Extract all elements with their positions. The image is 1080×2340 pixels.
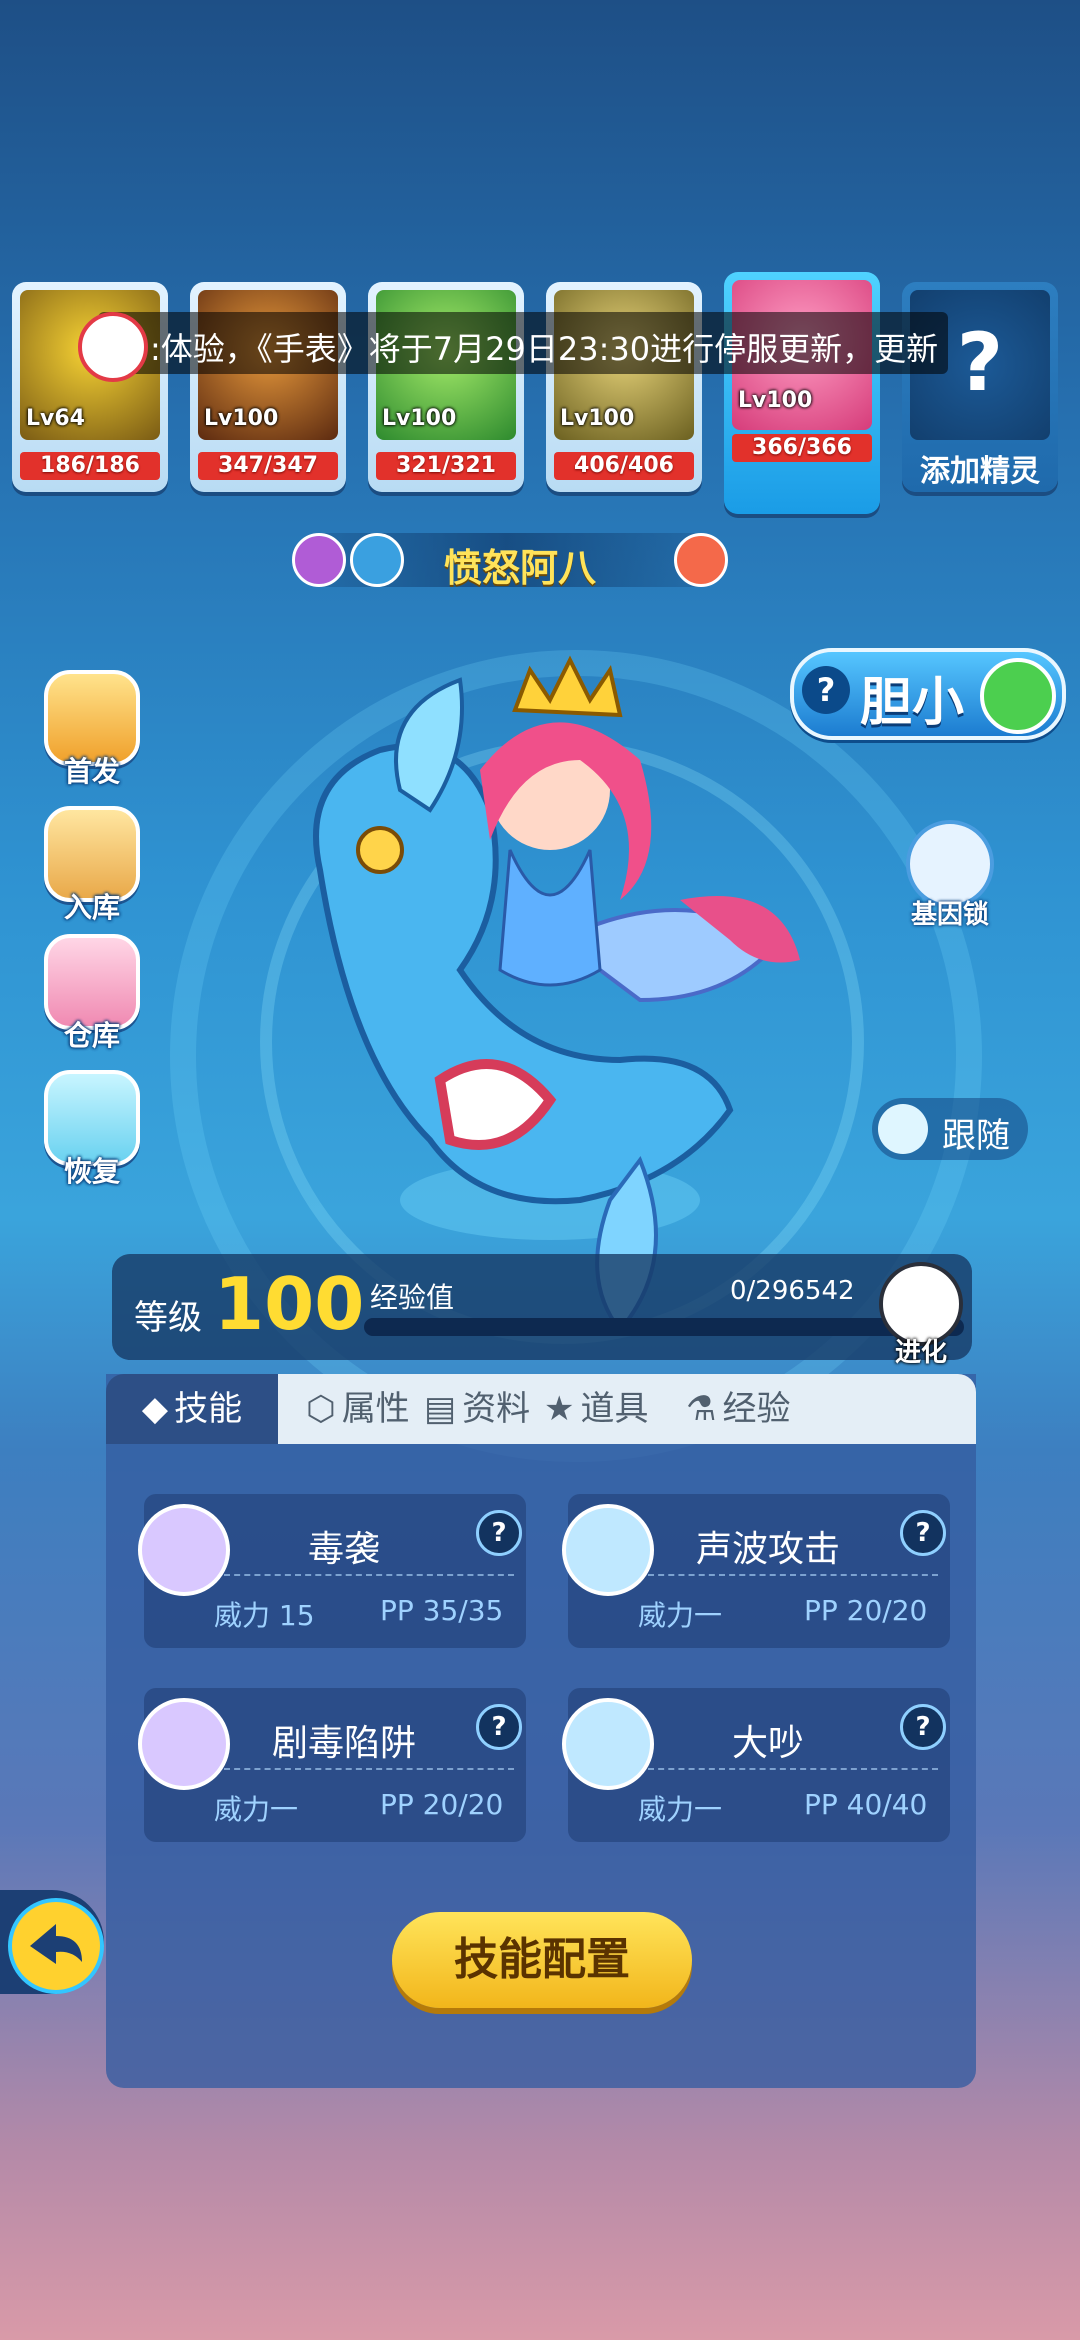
skill-name: 声波攻击	[695, 1529, 840, 1570]
level-value: 100	[214, 1262, 365, 1346]
exp-value: 0/296542	[730, 1276, 855, 1306]
pet-info-icon[interactable]	[674, 533, 728, 587]
warehouse-button[interactable]: 仓库	[40, 934, 144, 1054]
tab-skills[interactable]: ◆ 技能	[106, 1374, 278, 1444]
level-label: 等级	[134, 1298, 202, 1338]
warehouse-label: 仓库	[63, 1019, 120, 1052]
back-arrow-icon	[8, 1898, 104, 1994]
gene-lock-label: 基因锁	[910, 900, 989, 930]
skill-name: 毒袭	[307, 1529, 380, 1570]
restore-button[interactable]: 恢复	[40, 1070, 144, 1190]
skill-power: 威力一	[214, 1793, 299, 1826]
tab-profile[interactable]: ▤ 资料	[424, 1374, 530, 1444]
add-pet-label: 添加精灵	[920, 454, 1040, 489]
pet-hp-bar: 347/347	[198, 452, 338, 480]
skill-power: 威力一	[638, 1793, 723, 1826]
skill-name: 大吵	[731, 1723, 804, 1764]
pet-level: Lv100	[560, 406, 635, 431]
hexagon-icon: ⬡	[306, 1389, 336, 1429]
pet-name-bar: 愤怒阿八	[292, 533, 728, 590]
skill-pp: PP 20/20	[380, 1788, 504, 1821]
clipboard-icon: ▤	[424, 1389, 457, 1429]
star-icon: ★	[544, 1389, 575, 1429]
pet-hp-bar: 406/406	[554, 452, 694, 480]
divider	[648, 1768, 938, 1770]
skull-icon	[138, 1698, 230, 1790]
store-in-label: 入库	[63, 891, 120, 924]
skill-power: 威力 15	[214, 1599, 315, 1632]
flask-icon: ⚗	[686, 1389, 717, 1429]
pet-character	[313, 655, 800, 1334]
announcement-text: :体验，《手表》将于7月29日23:30进行停服更新，更新	[150, 330, 939, 368]
sound-type-icon	[350, 533, 404, 587]
tab-bar: ◆ 技能 ⬡ 属性 ▤ 资料 ★ 道具 ⚗ 经验	[106, 1374, 976, 1444]
skill-power: 威力一	[638, 1599, 723, 1632]
skill-card[interactable]: 大吵 ? 威力一 PP 40/40	[562, 1688, 950, 1842]
back-button[interactable]	[0, 1890, 104, 1994]
evolve-button[interactable]: 进化	[876, 1262, 966, 1369]
skill-card[interactable]: 声波攻击 ? 威力一 PP 20/20	[562, 1494, 950, 1648]
first-start-button[interactable]: 首发	[40, 670, 144, 790]
skill-name: 剧毒陷阱	[271, 1723, 416, 1764]
help-icon[interactable]: ?	[476, 1510, 522, 1556]
refresh-icon[interactable]	[980, 658, 1056, 734]
help-icon[interactable]: ?	[476, 1704, 522, 1750]
exp-label: 经验值	[370, 1281, 455, 1314]
skull-icon	[138, 1504, 230, 1596]
poison-type-icon	[292, 533, 346, 587]
gene-lock-button[interactable]: 基因锁	[900, 820, 1000, 931]
pet-level: Lv100	[204, 406, 279, 431]
toggle-knob	[878, 1104, 928, 1154]
follow-toggle[interactable]: 跟随	[872, 1098, 1028, 1160]
help-icon[interactable]: ?	[900, 1704, 946, 1750]
skill-pp: PP 35/35	[380, 1594, 504, 1627]
svg-text:?: ?	[957, 316, 1003, 409]
skill-pp: PP 20/20	[804, 1594, 928, 1627]
skill-config-button[interactable]: 技能配置	[392, 1912, 692, 2008]
first-start-label: 首发	[63, 755, 120, 788]
skill-card[interactable]: 剧毒陷阱 ? 威力一 PP 20/20	[138, 1688, 526, 1842]
tab-experience[interactable]: ⚗ 经验	[686, 1374, 790, 1444]
tab-attributes[interactable]: ⬡ 属性	[306, 1374, 410, 1444]
pet-level: Lv100	[382, 406, 457, 431]
diamond-icon: ◆	[141, 1389, 169, 1429]
tab-label: 技能	[174, 1389, 243, 1429]
megaphone-icon	[78, 312, 148, 382]
pet-hp-bar: 366/366	[732, 434, 872, 462]
tab-label: 属性	[341, 1389, 410, 1429]
personality-badge[interactable]: ? 胆小	[790, 648, 1066, 740]
announcement-marquee: :体验，《手表》将于7月29日23:30进行停服更新，更新	[78, 312, 948, 382]
divider	[224, 1574, 514, 1576]
restore-label: 恢复	[63, 1155, 120, 1188]
sonic-icon	[562, 1504, 654, 1596]
help-icon[interactable]: ?	[900, 1510, 946, 1556]
sonic-icon	[562, 1698, 654, 1790]
evolve-label: 进化	[894, 1338, 947, 1368]
level-panel: 等级 100 经验值 0/296542	[112, 1254, 972, 1360]
store-in-button[interactable]: 入库	[40, 806, 144, 926]
exp-progress-bar	[364, 1318, 964, 1336]
tab-items[interactable]: ★ 道具	[544, 1374, 648, 1444]
skill-pp: PP 40/40	[804, 1788, 928, 1821]
pet-level: Lv64	[26, 406, 85, 431]
pet-name: 愤怒阿八	[444, 546, 597, 590]
tab-label: 资料	[462, 1389, 531, 1429]
pet-hp-bar: 186/186	[20, 452, 160, 480]
follow-label: 跟随	[942, 1116, 1010, 1156]
pet-hp-bar: 321/321	[376, 452, 516, 480]
pet-level: Lv100	[738, 388, 813, 413]
tab-label: 经验	[722, 1389, 791, 1429]
personality-text: 胆小	[860, 673, 965, 733]
help-icon[interactable]: ?	[802, 666, 850, 714]
skill-card[interactable]: 毒袭 ? 威力 15 PP 35/35	[138, 1494, 526, 1648]
divider	[224, 1768, 514, 1770]
divider	[648, 1574, 938, 1576]
tab-label: 道具	[580, 1389, 649, 1429]
pet-slot-5-selected[interactable]: Lv100 366/366	[724, 272, 880, 514]
